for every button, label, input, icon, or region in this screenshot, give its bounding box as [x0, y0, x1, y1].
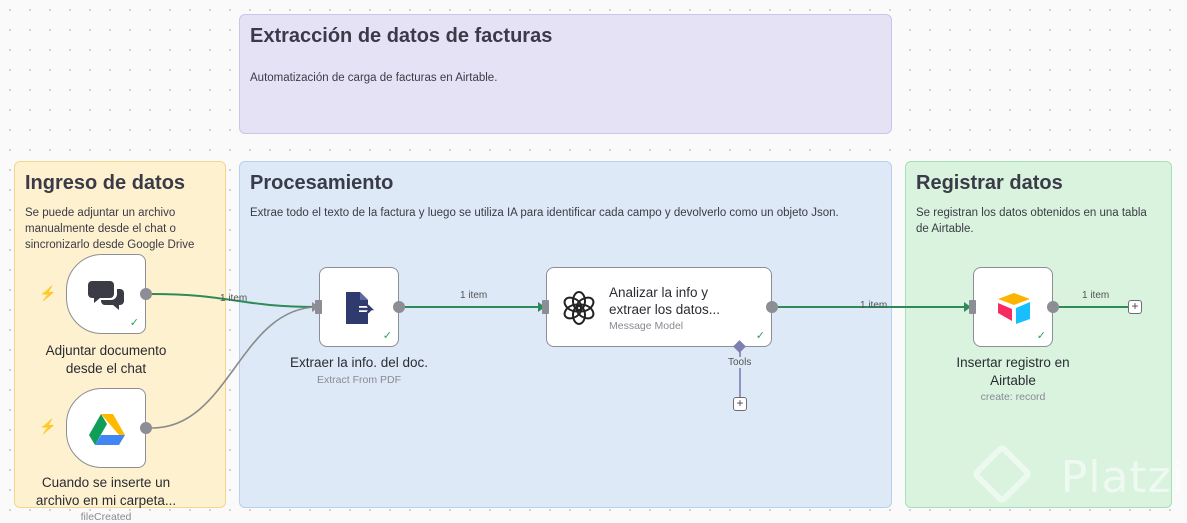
add-tool-button[interactable]: +: [733, 397, 747, 411]
google-drive-icon: [89, 414, 125, 445]
edge-label-ai-airtable: 1 item: [860, 300, 888, 311]
node-extract-from-pdf[interactable]: ✓: [319, 267, 399, 347]
input-handle[interactable]: [315, 300, 322, 314]
trigger-bolt-icon: ⚡: [39, 418, 57, 434]
node-sublabel: fileCreated: [80, 511, 132, 523]
node-label: Insertar registro en Airtable: [956, 355, 1070, 388]
output-handle[interactable]: [140, 422, 152, 434]
chat-bubbles-icon: [88, 281, 124, 310]
success-check-icon: ✓: [1036, 330, 1046, 342]
node-chat-trigger[interactable]: ✓: [66, 254, 146, 334]
node-label: Adjuntar documento desde el chat: [45, 343, 167, 376]
output-handle[interactable]: [1047, 301, 1059, 313]
input-handle[interactable]: [969, 300, 976, 314]
airtable-icon: [998, 293, 1030, 324]
edge-label-airtable-out: 1 item: [1080, 290, 1112, 301]
output-handle[interactable]: [766, 301, 778, 313]
node-label: Extraer la info. del doc.: [289, 355, 429, 370]
connections-layer: [151, 293, 1128, 429]
extract-document-icon: [346, 292, 375, 324]
node-sublabel: Message Model: [609, 320, 684, 332]
success-check-icon: ✓: [755, 330, 765, 342]
output-handle[interactable]: [393, 301, 405, 313]
node-sublabel: create: record: [980, 391, 1046, 403]
node-sublabel: Extract From PDF: [316, 374, 401, 386]
success-check-icon: ✓: [129, 317, 139, 329]
add-node-button[interactable]: +: [1128, 300, 1142, 314]
tools-label: Tools: [727, 357, 753, 368]
openai-icon: [563, 291, 595, 325]
success-check-icon: ✓: [382, 330, 392, 342]
node-airtable[interactable]: ✓: [973, 267, 1053, 347]
edge-label-chat-pdf: 1 item: [220, 293, 248, 304]
input-handle[interactable]: [542, 300, 549, 314]
trigger-bolt-icon: ⚡: [39, 285, 57, 301]
edge-label-pdf-ai: 1 item: [458, 290, 490, 301]
node-label: Analizar la info y extraer los datos...: [609, 285, 721, 317]
output-handle[interactable]: [140, 288, 152, 300]
node-message-model[interactable]: Analizar la info y extraer los datos... …: [546, 267, 772, 347]
node-label: Cuando se inserte un archivo en mi carpe…: [35, 475, 177, 508]
node-google-drive-trigger[interactable]: ✓: [66, 388, 146, 468]
